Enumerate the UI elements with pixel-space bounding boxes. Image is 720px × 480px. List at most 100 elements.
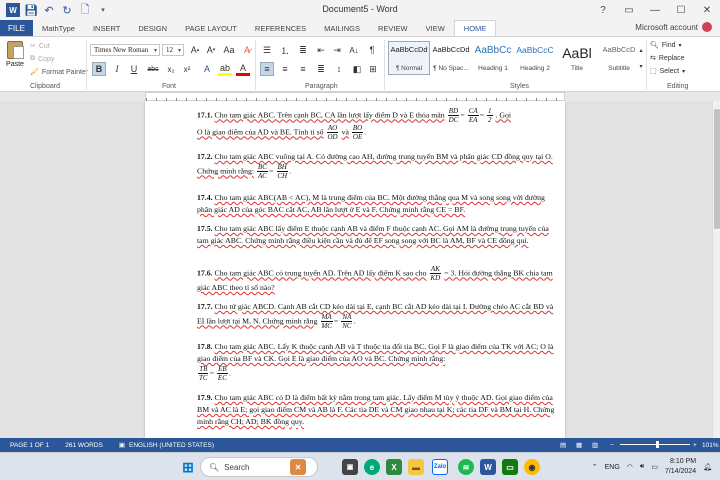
maximize-icon[interactable]: ☐ xyxy=(668,0,694,20)
multilevel-list-icon[interactable]: ≣ xyxy=(296,43,310,57)
subscript-icon[interactable]: x₂ xyxy=(164,62,178,76)
volume-icon[interactable]: 🔊︎ xyxy=(640,463,644,471)
tab-view[interactable]: VIEW xyxy=(417,20,454,36)
tab-file[interactable]: FILE xyxy=(0,20,33,36)
battery-icon[interactable]: ▭ xyxy=(651,463,658,471)
highlight-color-icon[interactable]: ab xyxy=(218,62,232,76)
redo-icon[interactable]: ↻ xyxy=(60,3,74,17)
tab-insert[interactable]: INSERT xyxy=(84,20,129,36)
sort-icon[interactable]: A↓ xyxy=(347,43,361,57)
tab-home[interactable]: HOME xyxy=(453,20,497,36)
superscript-icon[interactable]: x² xyxy=(180,62,194,76)
search-highlight-icon[interactable]: ✕ xyxy=(290,459,306,475)
select-button[interactable]: ⬚ Select ▾ xyxy=(650,67,685,76)
shrink-font-icon[interactable]: A ▾ xyxy=(204,43,218,57)
shading-icon[interactable]: ◧ xyxy=(350,62,364,76)
tab-references[interactable]: REFERENCES xyxy=(246,20,315,36)
zoom-in-icon[interactable]: + xyxy=(693,442,697,449)
font-size-select[interactable]: 12 xyxy=(162,44,184,56)
strikethrough-icon[interactable]: abc xyxy=(146,62,160,76)
document-page[interactable]: 17.1. Cho tam giác ABC. Trên cạnh BC, CA… xyxy=(145,101,565,438)
increase-indent-icon[interactable]: ⇥ xyxy=(330,43,344,57)
tab-mailings[interactable]: MAILINGS xyxy=(315,20,369,36)
paste-label: Paste xyxy=(6,61,24,68)
horizontal-ruler[interactable] xyxy=(145,92,565,101)
style-title[interactable]: AaBl Title xyxy=(556,41,598,75)
copy-icon: ⧉ xyxy=(30,55,35,62)
zoom-slider[interactable] xyxy=(620,441,690,448)
style-heading-2[interactable]: AaBbCcC Heading 2 xyxy=(514,41,556,75)
font-color-icon[interactable]: A xyxy=(236,62,250,76)
excel-icon[interactable]: X xyxy=(386,459,402,475)
line-spacing-icon[interactable]: ↕ xyxy=(332,62,346,76)
file-explorer-icon[interactable]: ▬ xyxy=(408,459,424,475)
borders-icon[interactable]: ⊞ xyxy=(366,62,380,76)
tab-design[interactable]: DESIGN xyxy=(129,20,176,36)
tab-review[interactable]: REVIEW xyxy=(369,20,417,36)
zoom-level[interactable]: 101% xyxy=(702,442,719,449)
align-center-icon[interactable]: ≡ xyxy=(278,62,292,76)
print-layout-icon[interactable]: ▦ xyxy=(576,441,582,449)
text-effects-icon[interactable]: A xyxy=(200,62,214,76)
style-heading-1[interactable]: AaBbCc Heading 1 xyxy=(472,41,514,75)
change-case-icon[interactable]: Aa xyxy=(222,43,236,57)
style-no-spacing[interactable]: AaBbCcDd ¶ No Spac... xyxy=(430,41,472,75)
vertical-scrollbar[interactable] xyxy=(712,101,720,438)
account-button[interactable]: Microsoft account xyxy=(635,22,712,32)
chrome-icon[interactable]: ◉ xyxy=(524,459,540,475)
edge-icon[interactable]: e xyxy=(364,459,380,475)
underline-icon[interactable]: U xyxy=(127,62,141,76)
tab-mathtype[interactable]: MathType xyxy=(33,20,84,36)
zalo-icon[interactable]: Zalo xyxy=(432,459,448,475)
page-count[interactable]: PAGE 1 OF 1 xyxy=(10,442,49,449)
replace-button[interactable]: ⇆ Replace xyxy=(650,54,685,63)
web-layout-icon[interactable]: ▥ xyxy=(592,441,598,449)
justify-icon[interactable]: ≣ xyxy=(314,62,328,76)
zoom-out-icon[interactable]: − xyxy=(610,442,614,449)
align-right-icon[interactable]: ≡ xyxy=(296,62,310,76)
proofing-icon[interactable]: ▣ xyxy=(119,441,125,449)
save-icon[interactable]: 💾︎ xyxy=(24,3,38,17)
bullets-icon[interactable]: ☰ xyxy=(260,43,274,57)
ribbon-display-icon[interactable]: ▭ xyxy=(616,0,642,20)
task-view-icon[interactable]: ▣ xyxy=(342,459,358,475)
bold-icon[interactable]: B xyxy=(92,62,106,76)
read-mode-icon[interactable]: ▤ xyxy=(560,441,566,449)
show-marks-icon[interactable]: ¶ xyxy=(365,43,379,57)
xbox-icon[interactable]: ▭ xyxy=(502,459,518,475)
align-left-icon[interactable]: ≡ xyxy=(260,62,274,76)
undo-icon[interactable]: ↶ xyxy=(42,3,56,17)
find-button[interactable]: 🔍︎ Find ▾ xyxy=(650,41,682,50)
input-language[interactable]: ENG xyxy=(605,464,620,471)
minimize-icon[interactable]: — xyxy=(642,0,668,20)
word-count[interactable]: 261 WORDS xyxy=(65,442,103,449)
format-painter-button[interactable]: 🖌︎ Format Painter xyxy=(30,68,88,77)
help-button[interactable]: ? xyxy=(590,0,616,20)
paste-button[interactable]: Paste xyxy=(4,41,26,79)
scrollbar-thumb[interactable] xyxy=(714,109,720,229)
notification-icon[interactable]: 🔔︎ xyxy=(703,463,712,471)
grow-font-icon[interactable]: A ▴ xyxy=(188,43,202,57)
wifi-icon[interactable]: ◠ xyxy=(627,463,633,471)
copy-button[interactable]: ⧉ Copy xyxy=(30,55,54,63)
show-hidden-icons-icon[interactable]: ⌃ xyxy=(592,463,598,471)
language-indicator[interactable]: ENGLISH (UNITED STATES) xyxy=(129,442,214,449)
numbering-icon[interactable]: ⒈ xyxy=(278,43,292,57)
tab-page-layout[interactable]: PAGE LAYOUT xyxy=(176,20,246,36)
italic-icon[interactable]: I xyxy=(110,62,124,76)
customize-qat-icon[interactable]: ▾ xyxy=(96,3,110,17)
new-document-icon[interactable]: 🗋 xyxy=(78,3,92,17)
spotify-icon[interactable]: ≋ xyxy=(458,459,474,475)
decrease-indent-icon[interactable]: ⇤ xyxy=(314,43,328,57)
fraction: 12 xyxy=(487,107,493,124)
font-name-select[interactable]: Times New Roman xyxy=(90,44,160,56)
close-icon[interactable]: ✕ xyxy=(694,0,720,20)
windows-start-icon[interactable]: ⊞ xyxy=(180,459,196,475)
style-sample: AaBbCcD xyxy=(602,45,636,54)
cut-button[interactable]: ✂ Cut xyxy=(30,42,50,51)
clock[interactable]: 8:10 PM 7/14/2024 xyxy=(665,457,696,477)
style-normal[interactable]: AaBbCcDd ¶ Normal xyxy=(388,41,430,75)
zoom-slider-knob[interactable] xyxy=(656,441,659,448)
clear-formatting-icon[interactable]: A̷ xyxy=(240,43,254,57)
word-icon[interactable]: W xyxy=(480,459,496,475)
